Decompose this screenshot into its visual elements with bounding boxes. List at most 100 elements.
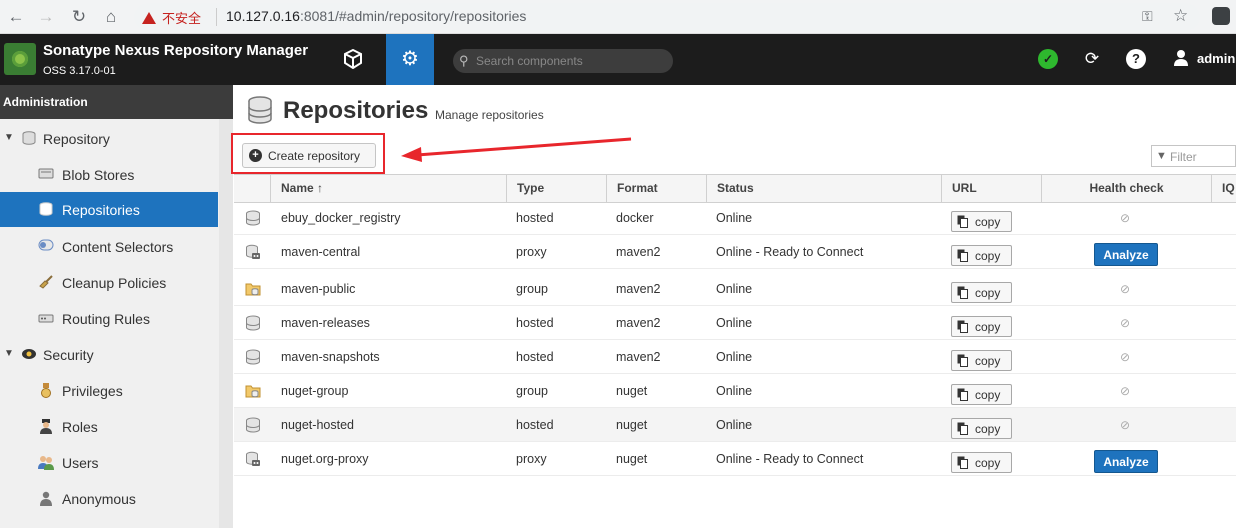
reload-icon[interactable]: ↻ (69, 7, 89, 27)
table-row[interactable]: maven-snapshots hosted maven2 Online copy ⊘ (234, 340, 1236, 374)
url-text[interactable]: 10.127.0.16:8081/#admin/repository/repos… (226, 8, 526, 24)
repositories-database-icon (248, 96, 272, 124)
repository-status: Online - Ready to Connect (716, 452, 864, 466)
sidebar-item-security[interactable]: ▼ Security (0, 337, 218, 372)
repository-name: maven-central (281, 245, 361, 259)
repository-group-icon (245, 281, 261, 297)
sidebar-item-users[interactable]: Users (0, 445, 218, 480)
sidebar-scrollbar[interactable] (219, 119, 233, 528)
sidebar-item-anonymous[interactable]: Anonymous (0, 481, 218, 516)
security-icon (21, 347, 37, 361)
filter-icon: ▼ (1156, 150, 1167, 162)
table-row[interactable]: ebuy_docker_registry hosted docker Online co… (234, 201, 1236, 235)
repository-format: nuget (616, 418, 648, 432)
repository-type: hosted (516, 350, 554, 364)
profile-icon[interactable] (1212, 7, 1230, 25)
copy-icon (957, 456, 968, 469)
analyze-button[interactable]: Analyze (1094, 450, 1158, 473)
not-available-icon: ⊘ (1120, 211, 1131, 225)
sidebar-item-repositories[interactable]: Repositories (0, 192, 218, 227)
expand-triangle-icon[interactable]: ▼ (4, 132, 14, 143)
table-row[interactable]: nuget-group group nuget Online copy ⊘ (234, 374, 1236, 408)
column-header-url[interactable]: URL (941, 175, 1041, 203)
repository-proxy-icon (245, 244, 261, 260)
warning-icon (142, 12, 156, 24)
copy-url-button[interactable]: copy (951, 418, 1012, 439)
column-header-status[interactable]: Status (706, 175, 941, 203)
column-header-iq[interactable]: IQ (1211, 175, 1236, 203)
refresh-icon[interactable]: ⟳ (1082, 49, 1102, 69)
search-box[interactable]: ⚲ (453, 49, 673, 73)
browse-cube-icon[interactable] (330, 34, 376, 85)
sidebar-item-cleanup-policies[interactable]: Cleanup Policies (0, 265, 218, 300)
repository-name: maven-snapshots (281, 350, 380, 364)
annotation-highlight-box (231, 133, 385, 174)
help-icon[interactable]: ? (1126, 49, 1146, 69)
repository-status: Online (716, 282, 753, 296)
nexus-logo-icon[interactable] (4, 43, 36, 75)
copy-url-button[interactable]: copy (951, 245, 1012, 266)
repository-type: hosted (516, 316, 554, 330)
filter-box[interactable]: ▼ (1151, 145, 1236, 167)
copy-icon (957, 215, 968, 228)
forward-icon[interactable]: → (36, 7, 56, 27)
system-status-ok-icon[interactable]: ✓ (1038, 49, 1058, 69)
security-indicator[interactable]: 不安全 (142, 8, 201, 27)
star-icon[interactable]: ☆ (1173, 6, 1188, 26)
repository-hosted-icon (245, 417, 261, 433)
sidebar-item-routing-rules[interactable]: Routing Rules (0, 301, 218, 336)
table-row[interactable]: nuget.org-proxy proxy nuget Online - Ready … (234, 442, 1236, 476)
role-icon (38, 419, 54, 434)
page-title: Repositories (283, 97, 429, 124)
annotation-arrow (401, 137, 632, 162)
repository-format: docker (616, 211, 654, 225)
column-header-health-check[interactable]: Health check (1041, 175, 1211, 203)
table-row[interactable]: nuget-hosted hosted nuget Online copy ⊘ (234, 408, 1236, 442)
copy-url-button[interactable]: copy (951, 384, 1012, 405)
copy-url-button[interactable]: copy (951, 452, 1012, 473)
app-version: OSS 3.17.0-01 (43, 65, 116, 77)
copy-url-button[interactable]: copy (951, 316, 1012, 337)
copy-icon (957, 354, 968, 367)
user-name[interactable]: admin (1197, 51, 1235, 66)
sidebar-item-privileges[interactable]: Privileges (0, 373, 218, 408)
users-icon (38, 455, 54, 470)
sidebar-item-content-selectors[interactable]: Content Selectors (0, 229, 218, 264)
back-icon[interactable]: ← (6, 7, 26, 27)
column-header-type[interactable]: Type (506, 175, 606, 203)
browser-toolbar: ← → ↻ ⌂ 不安全 10.127.0.16:8081/#admin/repo… (0, 0, 1236, 34)
table-row[interactable]: maven-releases hosted maven2 Online copy ⊘ (234, 306, 1236, 340)
sidebar-item-roles[interactable]: Roles (0, 409, 218, 444)
filter-input[interactable] (1170, 149, 1234, 165)
column-header-format[interactable]: Format (606, 175, 706, 203)
admin-gear-icon[interactable]: ⚙ (386, 34, 434, 85)
repository-format: maven2 (616, 350, 661, 364)
home-icon[interactable]: ⌂ (101, 7, 121, 27)
analyze-button[interactable]: Analyze (1094, 243, 1158, 266)
medal-icon (38, 383, 54, 398)
copy-icon (957, 286, 968, 299)
repository-name: ebuy_docker_registry (281, 211, 401, 225)
sidebar-item-repository[interactable]: ▼ Repository (0, 121, 218, 156)
table-row[interactable]: maven-public group maven2 Online copy ⊘ (234, 272, 1236, 306)
expand-triangle-icon[interactable]: ▼ (4, 348, 14, 359)
admin-sidebar: Administration ▼ Repository Blob Stores … (0, 85, 233, 528)
app-title: Sonatype Nexus Repository Manager (43, 42, 309, 59)
selector-icon (38, 239, 54, 253)
copy-url-button[interactable]: copy (951, 350, 1012, 371)
table-row[interactable]: maven-central proxy maven2 Online - Ready t… (234, 235, 1236, 269)
repository-type: proxy (516, 452, 547, 466)
repository-format: nuget (616, 452, 648, 466)
repository-status: Online - Ready to Connect (716, 245, 864, 259)
copy-url-button[interactable]: copy (951, 282, 1012, 303)
key-icon[interactable]: ⚿ (1142, 8, 1153, 25)
user-icon[interactable] (1171, 49, 1191, 69)
copy-url-button[interactable]: copy (951, 211, 1012, 232)
repository-hosted-icon (245, 315, 261, 331)
repository-status: Online (716, 384, 753, 398)
sidebar-item-blob-stores[interactable]: Blob Stores (0, 157, 218, 192)
page-subtitle: Manage repositories (435, 108, 544, 122)
search-input[interactable] (476, 52, 666, 70)
column-header-name[interactable]: Name ↑ (270, 175, 506, 203)
divider (216, 8, 217, 26)
